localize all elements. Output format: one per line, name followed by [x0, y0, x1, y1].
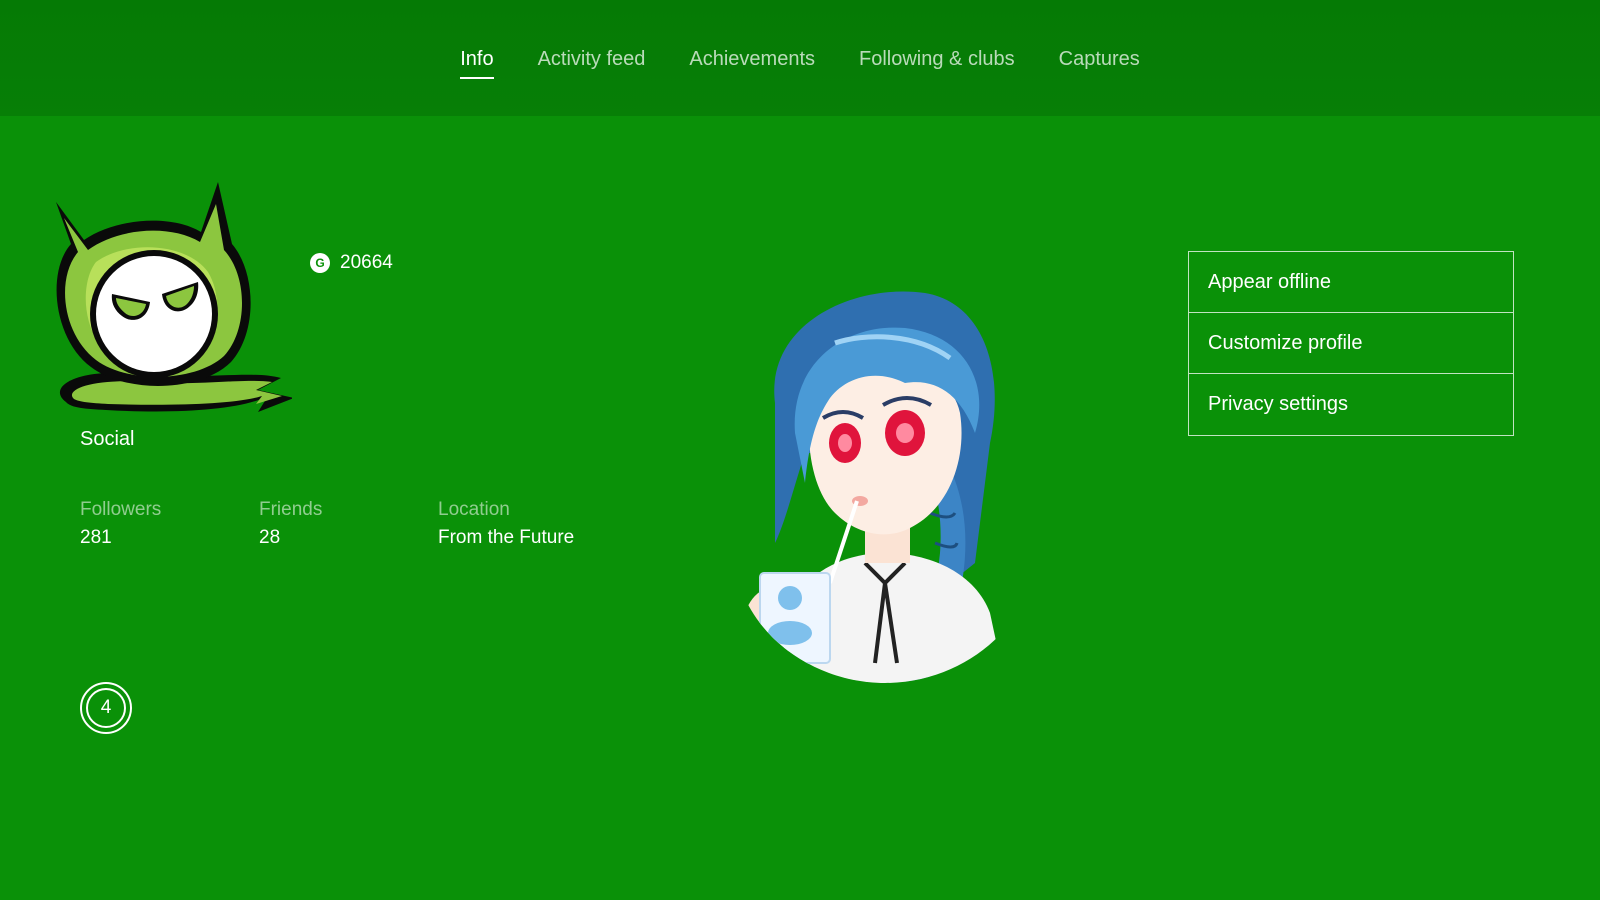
stat-label: Location	[438, 499, 510, 520]
top-navigation-bar: Info Activity feed Achievements Followin…	[0, 0, 1600, 116]
profile-stats: Followers 281 Friends 28 Location From t…	[80, 499, 617, 549]
devil-mascot-icon	[56, 182, 295, 412]
customize-profile-button[interactable]: Customize profile	[1189, 313, 1513, 374]
tab-info[interactable]: Info	[438, 48, 515, 79]
social-heading: Social	[80, 428, 135, 450]
tab-achievements[interactable]: Achievements	[667, 48, 837, 71]
stat-followers[interactable]: Followers 281	[80, 499, 259, 549]
level-ring: 4	[86, 688, 126, 728]
stat-value: 281	[80, 527, 112, 548]
gamerscore-icon: G	[310, 253, 330, 273]
stat-friends[interactable]: Friends 28	[259, 499, 438, 549]
anime-avatar-image	[745, 291, 1005, 683]
stat-value: 28	[259, 527, 281, 548]
tab-captures[interactable]: Captures	[1037, 48, 1162, 71]
profile-actions-menu: Appear offline Customize profile Privacy…	[1188, 251, 1514, 436]
level-value: 4	[100, 697, 112, 718]
stat-label: Followers	[80, 499, 162, 520]
stat-label: Friends	[259, 499, 323, 520]
profile-tabs: Info Activity feed Achievements Followin…	[0, 48, 1600, 79]
avatar[interactable]	[735, 283, 1035, 683]
stat-location: Location From the Future	[438, 499, 617, 549]
level-badge: 4	[80, 682, 132, 734]
gamerscore-value: 20664	[340, 252, 393, 273]
tab-activity-feed[interactable]: Activity feed	[516, 48, 668, 71]
appear-offline-button[interactable]: Appear offline	[1189, 252, 1513, 313]
gamerscore: G 20664	[310, 252, 393, 274]
stat-value: From the Future	[438, 527, 575, 548]
privacy-settings-button[interactable]: Privacy settings	[1189, 374, 1513, 435]
gamerpic[interactable]	[36, 182, 295, 434]
tab-following-clubs[interactable]: Following & clubs	[837, 48, 1037, 71]
